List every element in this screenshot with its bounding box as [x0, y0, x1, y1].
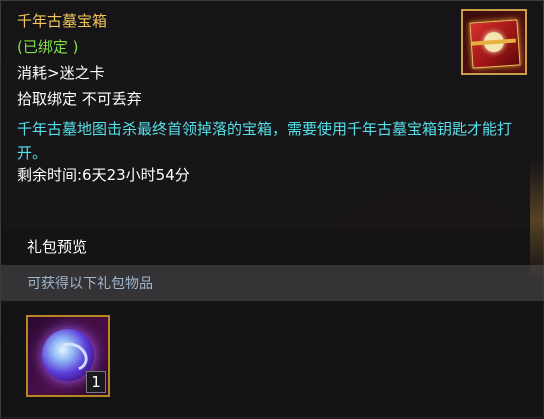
gift-preview-subheader: 可获得以下礼包物品	[27, 276, 153, 292]
item-count-badge: 1	[86, 371, 106, 393]
item-description: 千年古墓地图击杀最终首领掉落的宝箱，需要使用千年古墓宝箱钥匙才能打开。	[17, 120, 513, 162]
remaining-time: 剩余时间:6天23小时54分	[17, 166, 190, 184]
gift-item-slot[interactable]: 1	[26, 315, 110, 397]
gift-preview-header: 礼包预览	[1, 227, 544, 267]
bound-status: (已绑定 )	[17, 38, 79, 56]
pickup-line: 拾取绑定 不可丢弃	[17, 90, 142, 108]
gift-preview-subheader-bar: 可获得以下礼包物品	[1, 265, 544, 301]
item-tooltip: 千年古墓宝箱 (已绑定 ) 消耗>迷之卡 拾取绑定 不可丢弃 千年古墓地图击杀最…	[0, 0, 544, 419]
item-info-section: 千年古墓宝箱 (已绑定 ) 消耗>迷之卡 拾取绑定 不可丢弃 千年古墓地图击杀最…	[1, 1, 544, 227]
gift-preview-title: 礼包预览	[27, 238, 88, 256]
chest-cube-graphic	[469, 19, 521, 69]
item-title: 千年古墓宝箱	[17, 12, 108, 30]
background-glint	[530, 160, 544, 280]
treasure-chest-icon	[461, 9, 527, 75]
gift-preview-section: 礼包预览 可获得以下礼包物品 1	[1, 227, 544, 419]
consume-line: 消耗>迷之卡	[17, 64, 105, 82]
